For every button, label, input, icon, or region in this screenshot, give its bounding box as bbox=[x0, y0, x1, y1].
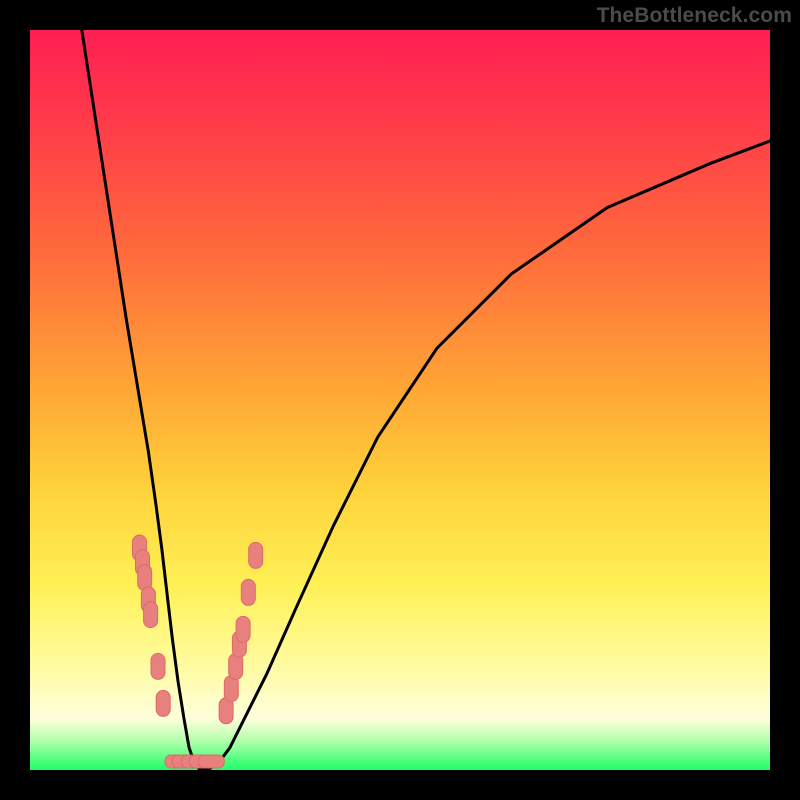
watermark-text: TheBottleneck.com bbox=[597, 4, 792, 28]
marker-pill bbox=[236, 616, 250, 642]
marker-pill bbox=[249, 542, 263, 568]
marker-pill bbox=[241, 579, 255, 605]
marker-pill bbox=[144, 602, 158, 628]
chart-svg bbox=[30, 30, 770, 770]
plot-area bbox=[30, 30, 770, 770]
marker-pill bbox=[156, 690, 170, 716]
chart-frame: TheBottleneck.com bbox=[0, 0, 800, 800]
marker-pill bbox=[151, 653, 165, 679]
bottleneck-curve bbox=[82, 30, 770, 770]
marker-pill-floor bbox=[198, 755, 224, 768]
